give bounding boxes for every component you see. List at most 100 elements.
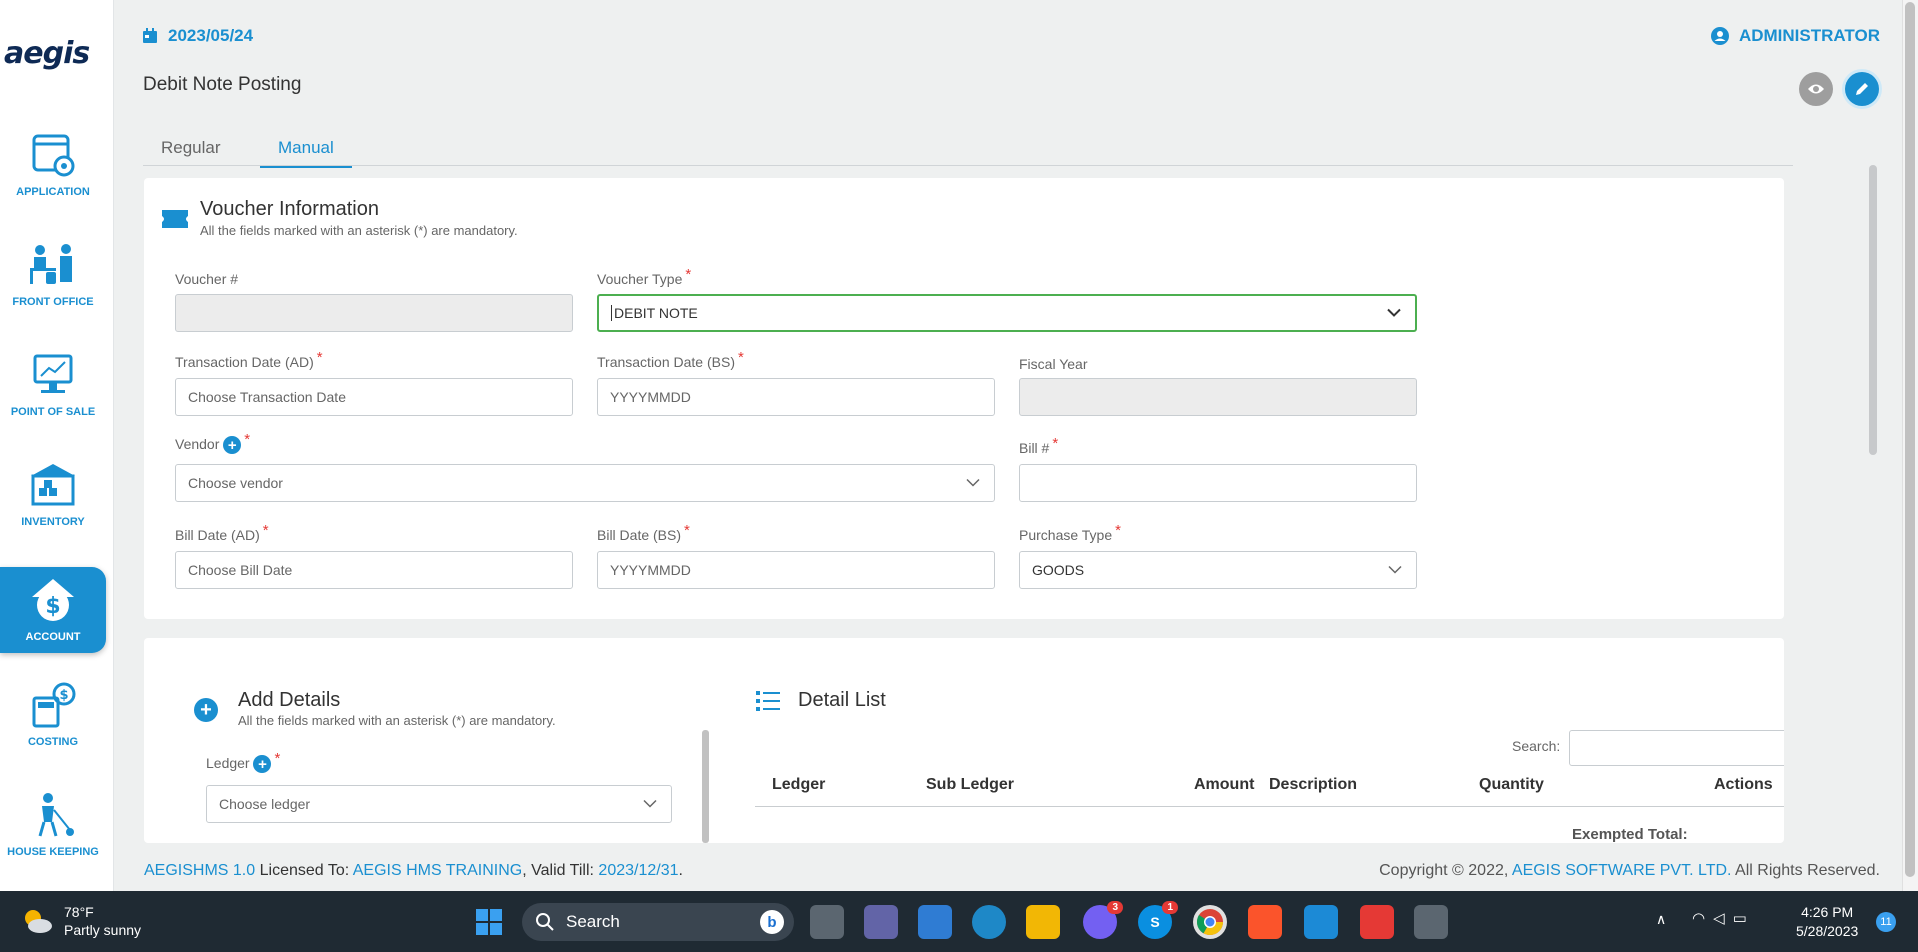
bill-date-ad-input[interactable]: Choose Bill Date — [175, 551, 573, 589]
purchase-type-label: Purchase Type * — [1019, 522, 1121, 543]
svg-text:$: $ — [45, 594, 60, 619]
col-amount[interactable]: Amount — [1194, 776, 1254, 794]
license-info: AEGISHMS 1.0 Licensed To: AEGIS HMS TRAI… — [144, 862, 683, 879]
aegis-logo[interactable]: aegis — [4, 36, 90, 71]
bill-date-bs-input[interactable]: YYYYMMDD — [597, 551, 995, 589]
taskbar-search[interactable]: Search b — [522, 903, 794, 941]
ledger-select[interactable]: Choose ledger — [206, 785, 672, 823]
task-view-icon[interactable] — [810, 905, 844, 939]
purchase-type-select[interactable]: GOODS — [1019, 551, 1417, 589]
page-scrollbar-track[interactable] — [1902, 0, 1918, 891]
viber-icon[interactable]: 3 — [1083, 901, 1123, 939]
main-content: 2023/05/24 ADMINISTRATOR Debit Note Post… — [114, 0, 1918, 891]
brave-browser-icon[interactable] — [1248, 905, 1282, 939]
teams-chat-icon[interactable] — [864, 905, 898, 939]
transaction-date-bs-label: Transaction Date (BS) * — [597, 349, 744, 370]
pencil-icon — [1856, 83, 1868, 95]
sidebar: aegis APPLICATION FRONT OFFICE POINT OF … — [0, 0, 114, 891]
list-icon — [756, 691, 780, 711]
search-icon — [536, 913, 554, 931]
detail-search-input[interactable] — [1569, 730, 1784, 766]
ticket-icon — [162, 210, 188, 228]
sidebar-item-house-keeping[interactable]: HOUSE KEEPING — [0, 790, 106, 886]
sidebar-item-point-of-sale[interactable]: POINT OF SALE — [0, 350, 106, 446]
file-explorer-icon[interactable] — [1026, 905, 1060, 939]
chrome-browser-icon[interactable] — [1193, 905, 1227, 939]
user-menu[interactable]: ADMINISTRATOR — [1710, 26, 1880, 46]
col-description[interactable]: Description — [1269, 776, 1357, 794]
user-circle-icon — [1710, 27, 1729, 45]
microsoft-store-icon[interactable] — [918, 905, 952, 939]
chevron-down-icon — [1387, 308, 1401, 317]
sidebar-item-inventory[interactable]: INVENTORY — [0, 460, 106, 556]
voucher-type-label: Voucher Type * — [597, 266, 692, 287]
voucher-information-card: Voucher Information All the fields marke… — [144, 178, 1784, 619]
voucher-subtitle: All the fields marked with an asterisk (… — [200, 223, 518, 238]
svg-text:$: $ — [59, 688, 68, 703]
sidebar-item-account[interactable]: $ ACCOUNT — [0, 567, 106, 653]
tab-manual[interactable]: Manual — [260, 138, 352, 168]
bill-no-input[interactable] — [1019, 464, 1417, 502]
chevron-down-icon — [1388, 565, 1402, 574]
show-hidden-icons[interactable]: ∧ — [1656, 911, 1666, 928]
bill-date-ad-label: Bill Date (AD) * — [175, 522, 269, 543]
add-ledger-icon[interactable]: + — [253, 755, 272, 774]
voucher-no-label: Voucher # — [175, 271, 239, 287]
ledger-label: Ledger + * — [206, 750, 281, 774]
inventory-warehouse-icon — [31, 464, 75, 506]
voucher-scrollbar[interactable] — [1869, 165, 1877, 455]
view-button[interactable] — [1799, 72, 1833, 106]
sidebar-item-application[interactable]: APPLICATION — [0, 130, 106, 226]
exempted-total-label: Exempted Total: — [1572, 826, 1688, 843]
skype-icon[interactable]: S1 — [1138, 901, 1178, 939]
clock[interactable]: 4:26 PM 5/28/2023 — [1796, 903, 1858, 941]
costing-calculator-icon: $ — [32, 682, 76, 728]
eye-icon — [1808, 84, 1824, 94]
notification-badge[interactable]: 11 — [1876, 912, 1896, 932]
point-of-sale-icon — [33, 354, 73, 393]
add-details-icon[interactable]: + — [194, 698, 218, 722]
col-ledger[interactable]: Ledger — [772, 776, 825, 794]
vendor-select[interactable]: Choose vendor — [175, 464, 995, 502]
voucher-no-input[interactable] — [175, 294, 573, 332]
chevron-down-icon — [643, 799, 657, 808]
edge-browser-icon[interactable] — [972, 905, 1006, 939]
weather-widget[interactable]: 78°F Partly sunny — [20, 903, 141, 939]
calendar-icon — [143, 28, 157, 43]
fiscal-year-input[interactable] — [1019, 378, 1417, 416]
add-vendor-icon[interactable]: + — [223, 436, 242, 455]
windows-taskbar: 78°F Partly sunny Search b 3 S1 ∧ ◠◁▭ 4:… — [0, 891, 1918, 952]
details-card: + Add Details All the fields marked with… — [144, 638, 1784, 843]
anydesk-icon[interactable] — [1360, 905, 1394, 939]
sidebar-item-costing[interactable]: $ COSTING — [0, 680, 106, 776]
transaction-date-ad-input[interactable]: Choose Transaction Date — [175, 378, 573, 416]
snipping-tool-icon[interactable] — [1414, 905, 1448, 939]
notepad-icon[interactable] — [1304, 905, 1338, 939]
voucher-type-select[interactable]: DEBIT NOTE — [597, 294, 1417, 332]
windows-start-icon[interactable] — [472, 905, 506, 939]
transaction-date-bs-input[interactable]: YYYYMMDD — [597, 378, 995, 416]
col-quantity[interactable]: Quantity — [1479, 776, 1544, 794]
front-office-icon — [30, 244, 72, 284]
sidebar-item-front-office[interactable]: FRONT OFFICE — [0, 240, 106, 336]
table-header-divider — [755, 806, 1784, 807]
add-details-subtitle: All the fields marked with an asterisk (… — [238, 713, 556, 728]
vendor-label: Vendor + * — [175, 431, 251, 455]
transaction-date-ad-label: Transaction Date (AD) * — [175, 349, 323, 370]
add-details-title: Add Details — [238, 689, 341, 711]
edit-button[interactable] — [1845, 72, 1879, 106]
detail-list-title: Detail List — [798, 689, 886, 711]
details-scrollbar[interactable] — [702, 730, 709, 843]
app-window: aegis APPLICATION FRONT OFFICE POINT OF … — [0, 0, 1918, 891]
search-label: Search: — [1512, 738, 1561, 754]
col-sub-ledger[interactable]: Sub Ledger — [926, 776, 1014, 794]
bing-icon: b — [760, 910, 784, 934]
page-title: Debit Note Posting — [143, 74, 302, 95]
col-actions[interactable]: Actions — [1714, 776, 1773, 794]
system-tray-icons[interactable]: ◠◁▭ — [1692, 909, 1755, 927]
tab-bar: Regular Manual — [143, 130, 1793, 168]
page-scrollbar-thumb[interactable] — [1905, 2, 1915, 877]
tab-regular[interactable]: Regular — [143, 138, 239, 166]
chevron-down-icon — [966, 478, 980, 487]
fiscal-year-label: Fiscal Year — [1019, 356, 1088, 372]
